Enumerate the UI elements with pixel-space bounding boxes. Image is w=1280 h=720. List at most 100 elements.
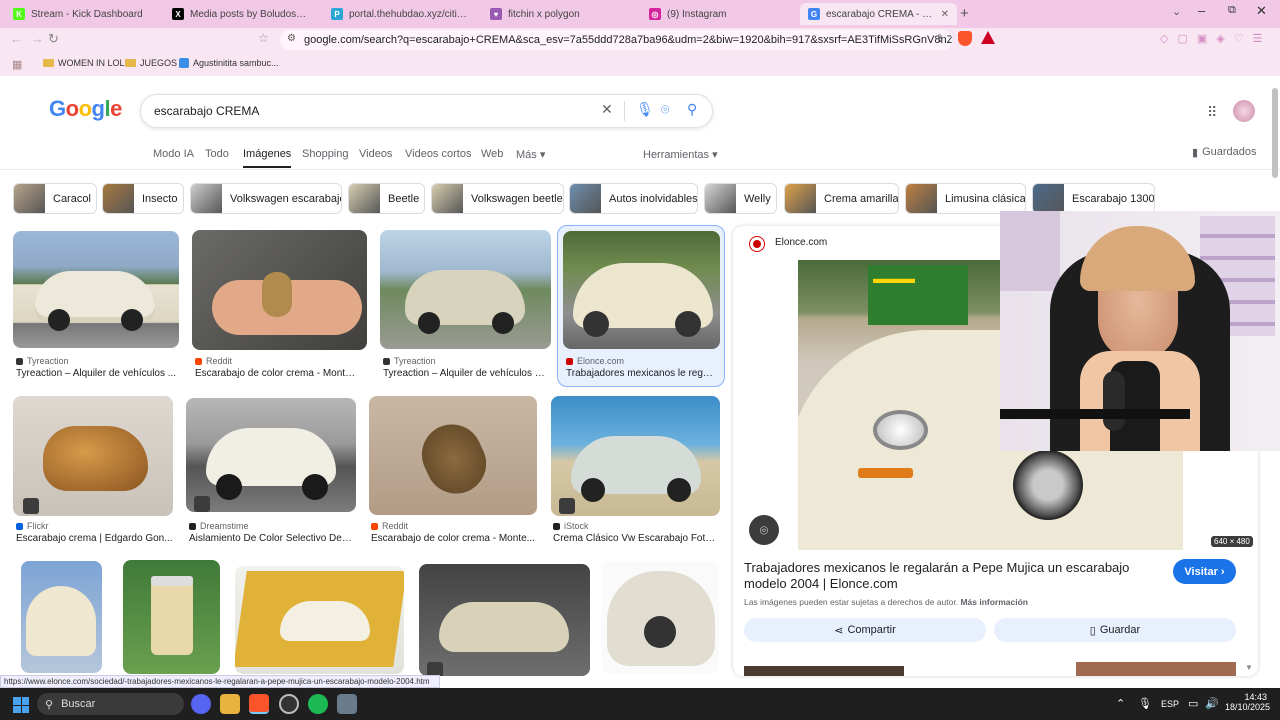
- tab-4[interactable]: ♥ fitchin x polygon: [482, 3, 634, 25]
- result-image-car[interactable]: [21, 561, 102, 673]
- language-indicator[interactable]: ESP: [1161, 699, 1179, 709]
- result-image-car[interactable]: [186, 398, 356, 512]
- result-source[interactable]: Dreamstime: [189, 521, 249, 531]
- tab-1[interactable]: K Stream - Kick Dashboard: [5, 3, 157, 25]
- mic-tray-icon[interactable]: 🎙: [1138, 697, 1152, 710]
- close-window-button[interactable]: ✕: [1256, 3, 1267, 19]
- search-tab-3[interactable]: Imágenes: [243, 148, 292, 168]
- bookmark-agustinitita[interactable]: Agustinitita sambuc...: [179, 58, 279, 68]
- result-image-jar[interactable]: [123, 560, 220, 674]
- related-image[interactable]: [1076, 662, 1236, 676]
- search-input[interactable]: escarabajo CREMA: [140, 94, 713, 128]
- extensions-icons[interactable]: ◇▢▣◈♡☰: [1160, 32, 1271, 45]
- related-image[interactable]: [744, 666, 904, 676]
- result-caption[interactable]: Escarabajo de color crema - Monte...: [371, 533, 536, 544]
- filter-chip[interactable]: Caracol: [13, 183, 97, 214]
- result-source[interactable]: Flickr: [16, 521, 49, 531]
- result-image-convertible[interactable]: [419, 564, 590, 676]
- tab-3[interactable]: Pportal.thehubdao.xyz/citizens: [323, 3, 475, 25]
- result-caption[interactable]: Crema Clásico Vw Escarabajo Foto...: [553, 533, 718, 544]
- filter-chip[interactable]: Volkswagen escarabajo: [190, 183, 342, 214]
- tab-5[interactable]: ◎ (9) Instagram: [641, 3, 793, 25]
- microphone-icon[interactable]: 🎙: [636, 101, 654, 118]
- close-tab-icon[interactable]: ✕: [941, 9, 949, 20]
- tools-button[interactable]: Herramientas ▾: [643, 148, 718, 161]
- result-caption[interactable]: Escarabajo de color crema - Montev...: [195, 368, 360, 379]
- bookmark-icon[interactable]: ☆: [258, 31, 269, 45]
- clock[interactable]: 14:43 18/10/2025: [1225, 692, 1270, 712]
- share-icon[interactable]: ⇪: [935, 32, 944, 45]
- tab-6[interactable]: Gescarabajo CREMA - Buscar co ✕: [800, 3, 957, 25]
- share-button[interactable]: ⋖ Compartir: [744, 618, 986, 642]
- discord-icon[interactable]: [191, 694, 211, 714]
- result-caption[interactable]: Escarabajo crema | Edgardo Gon...: [16, 533, 181, 544]
- filter-chip[interactable]: Limusina clásica: [905, 183, 1026, 214]
- file-explorer-icon[interactable]: [220, 694, 240, 714]
- google-logo[interactable]: Google: [49, 96, 122, 122]
- obs-icon[interactable]: [279, 694, 299, 714]
- apps-icon[interactable]: ▦: [12, 58, 22, 71]
- filter-chip[interactable]: Beetle: [348, 183, 425, 214]
- forward-arrow-icon[interactable]: →: [31, 31, 44, 46]
- more-info-link[interactable]: Más información: [960, 597, 1028, 607]
- search-tab-5[interactable]: Videos: [359, 148, 392, 160]
- network-icon[interactable]: ▭: [1188, 697, 1198, 710]
- result-image-beetle-in-hand[interactable]: [192, 230, 367, 350]
- tab-search-chevron-icon[interactable]: ⌄: [1172, 5, 1181, 18]
- search-icon[interactable]: ⚲: [687, 101, 697, 118]
- result-image-car[interactable]: [13, 231, 179, 348]
- bookmark-folder-women[interactable]: WOMEN IN LOL: [43, 58, 125, 68]
- bookmark-folder-juegos[interactable]: JUEGOS: [125, 58, 177, 68]
- brave-shield-icon[interactable]: [958, 31, 972, 46]
- filter-chip[interactable]: Escarabajo 1300: [1032, 183, 1155, 214]
- filter-chip[interactable]: Crema amarilla: [784, 183, 899, 214]
- brave-icon[interactable]: [249, 694, 269, 714]
- result-source[interactable]: iStock: [553, 521, 589, 531]
- page-scrollbar[interactable]: [1272, 88, 1278, 178]
- tray-chevron-icon[interactable]: ⌃: [1116, 697, 1125, 710]
- result-caption[interactable]: Tyreaction – Alquiler de vehículos ...: [16, 368, 181, 379]
- filter-chip[interactable]: Autos inolvidables: [569, 183, 698, 214]
- settings-app-icon[interactable]: [337, 694, 357, 714]
- preview-source[interactable]: Elonce.com: [775, 237, 827, 248]
- result-image-car[interactable]: [551, 396, 720, 516]
- saved-button[interactable]: ▮ Guardados: [1192, 146, 1257, 159]
- search-tab-1[interactable]: Modo IA: [153, 148, 194, 160]
- maximize-button[interactable]: ⧉: [1228, 4, 1236, 17]
- filter-chip[interactable]: Volkswagen beetle: [431, 183, 564, 214]
- avatar[interactable]: [1233, 100, 1255, 122]
- minimize-button[interactable]: –: [1198, 3, 1205, 18]
- result-image-beetle-insect[interactable]: [13, 396, 173, 516]
- brave-rewards-icon[interactable]: [981, 31, 995, 44]
- save-button[interactable]: ▯ Guardar: [994, 618, 1236, 642]
- result-image-model-car[interactable]: [235, 566, 404, 674]
- filter-chip[interactable]: Insecto: [102, 183, 184, 214]
- reload-icon[interactable]: ↻: [48, 31, 59, 47]
- result-image-beetle-insect[interactable]: [369, 396, 537, 515]
- result-source[interactable]: Tyreaction: [16, 356, 69, 366]
- result-source[interactable]: Reddit: [195, 356, 232, 366]
- result-caption[interactable]: Aislamiento De Color Selectivo Del ...: [189, 533, 354, 544]
- search-tab-6[interactable]: Videos cortos: [405, 148, 471, 160]
- spotify-icon[interactable]: [308, 694, 328, 714]
- result-source[interactable]: Tyreaction: [383, 356, 436, 366]
- result-caption[interactable]: Tyreaction – Alquiler de vehículos d...: [383, 368, 548, 379]
- search-tab-7[interactable]: Web: [481, 148, 503, 160]
- site-settings-icon[interactable]: ⚙: [287, 33, 296, 44]
- lens-search-icon[interactable]: ⌾: [749, 515, 779, 545]
- address-bar[interactable]: google.com/search?q=escarabajo+CREMA&sca…: [280, 30, 952, 50]
- visit-button[interactable]: Visitar ›: [1173, 559, 1236, 584]
- result-source[interactable]: Elonce.com: [566, 356, 624, 366]
- volume-icon[interactable]: 🔊: [1205, 697, 1219, 710]
- scroll-down-icon[interactable]: ▼: [1245, 663, 1253, 672]
- result-caption[interactable]: Trabajadores mexicanos le regal...: [566, 368, 716, 379]
- clear-icon[interactable]: ✕: [601, 101, 613, 118]
- back-arrow-icon[interactable]: ←: [10, 31, 23, 46]
- search-tab-4[interactable]: Shopping: [302, 148, 349, 160]
- filter-chip[interactable]: Welly: [704, 183, 777, 214]
- new-tab-button[interactable]: +: [960, 5, 969, 22]
- search-tab-2[interactable]: Todo: [205, 148, 229, 160]
- windows-start-icon[interactable]: [13, 697, 29, 713]
- tab-2[interactable]: X Media posts by Boludos con Amar: [164, 3, 316, 25]
- taskbar-search[interactable]: ⚲ Buscar: [37, 693, 184, 715]
